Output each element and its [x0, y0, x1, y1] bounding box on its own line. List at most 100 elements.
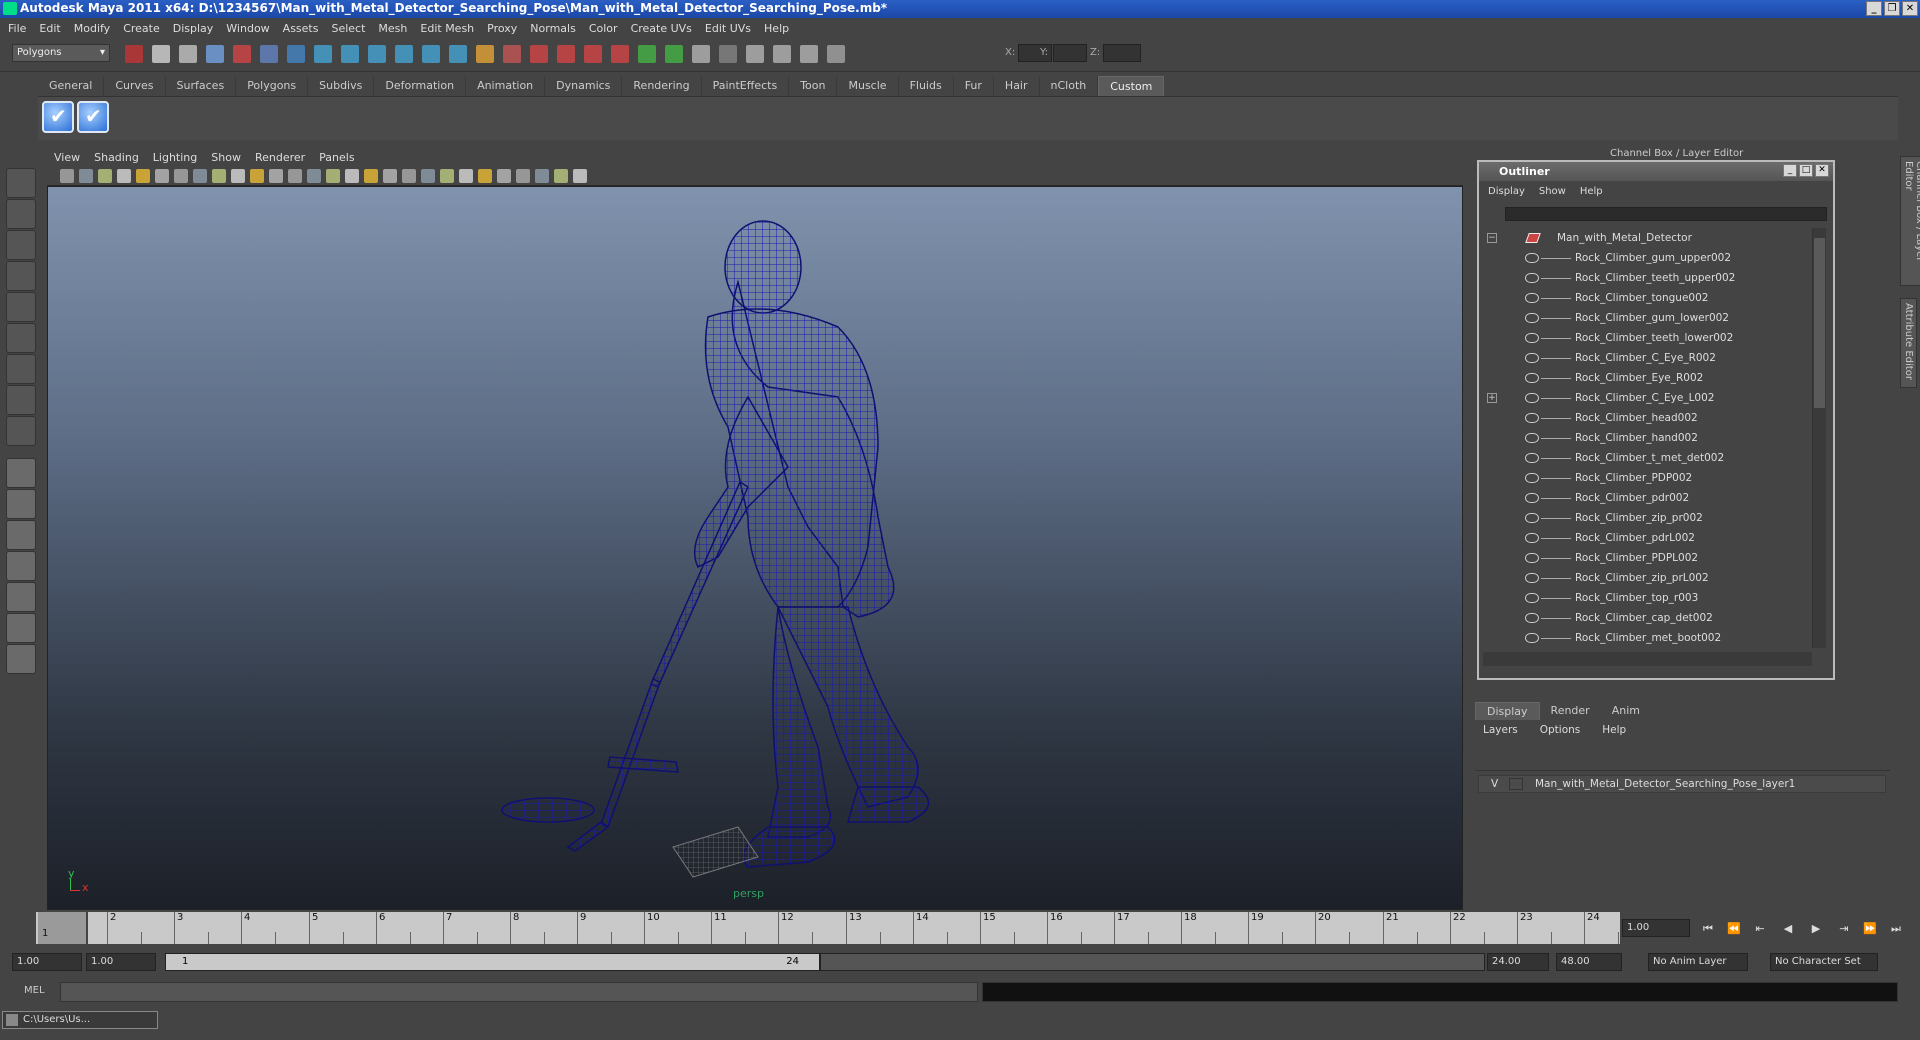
outliner-item[interactable]: Rock_Climber_t_met_det002: [1483, 448, 1808, 468]
play-backwards-button[interactable]: ◀: [1780, 922, 1796, 936]
menu-edit[interactable]: Edit: [39, 22, 60, 35]
status-tool-icon[interactable]: [584, 45, 602, 63]
render-layout-icon[interactable]: [6, 613, 36, 643]
layer-tab-display[interactable]: Display: [1475, 702, 1540, 720]
menu-modify[interactable]: Modify: [74, 22, 110, 35]
panel-menu-panels[interactable]: Panels: [319, 151, 354, 164]
tab-attribute-editor[interactable]: Attribute Editor: [1900, 298, 1917, 388]
panel-menu-lighting[interactable]: Lighting: [153, 151, 197, 164]
script-layout-icon[interactable]: [6, 644, 36, 674]
collapse-icon[interactable]: −: [1487, 233, 1497, 243]
outliner-item[interactable]: Rock_Climber_teeth_upper002: [1483, 268, 1808, 288]
status-tool-icon[interactable]: [125, 45, 143, 63]
range-slider[interactable]: 1 24: [165, 953, 820, 971]
outliner-maximize-button[interactable]: □: [1799, 164, 1813, 177]
anim-end-field[interactable]: 48.00: [1556, 953, 1622, 971]
status-tool-icon[interactable]: [287, 45, 305, 63]
status-tool-icon[interactable]: [341, 45, 359, 63]
menu-file[interactable]: File: [8, 22, 26, 35]
status-tool-icon[interactable]: [665, 45, 683, 63]
outliner-item[interactable]: Rock_Climber_tongue002: [1483, 288, 1808, 308]
shelf-tab-custom[interactable]: Custom: [1098, 76, 1165, 96]
lasso-tool-icon[interactable]: [6, 199, 36, 229]
outliner-item[interactable]: Rock_Climber_hand002: [1483, 428, 1808, 448]
display-layer-row[interactable]: V Man_with_Metal_Detector_Searching_Pose…: [1478, 775, 1886, 793]
panel-tool-icon[interactable]: [136, 169, 150, 183]
status-tool-icon[interactable]: [314, 45, 332, 63]
anim-layer-selector[interactable]: No Anim Layer: [1648, 953, 1748, 971]
panel-menu-view[interactable]: View: [54, 151, 80, 164]
panel-tool-icon[interactable]: [402, 169, 416, 183]
graph-layout-icon[interactable]: [6, 551, 36, 581]
perspective-viewport[interactable]: y x persp: [47, 186, 1463, 910]
manipulator-tool-icon[interactable]: [6, 354, 36, 384]
outliner-menu-show[interactable]: Show: [1539, 186, 1566, 197]
outliner-item[interactable]: Rock_Climber_pdrL002: [1483, 528, 1808, 548]
shelf-tab-muscle[interactable]: Muscle: [837, 76, 899, 96]
outliner-root-item[interactable]: − Man_with_Metal_Detector: [1483, 228, 1808, 248]
panel-tool-icon[interactable]: [345, 169, 359, 183]
custom-shelf-button-2[interactable]: [77, 101, 109, 133]
character-set-selector[interactable]: No Character Set: [1770, 953, 1878, 971]
status-tool-icon[interactable]: [152, 45, 170, 63]
panel-tool-icon[interactable]: [573, 169, 587, 183]
shelf-tab-subdivs[interactable]: Subdivs: [308, 76, 375, 96]
outliner-item[interactable]: Rock_Climber_teeth_lower002: [1483, 328, 1808, 348]
shelf-tab-hair[interactable]: Hair: [993, 76, 1040, 96]
menu-window[interactable]: Window: [226, 22, 269, 35]
panel-tool-icon[interactable]: [383, 169, 397, 183]
z-field[interactable]: [1103, 44, 1141, 62]
end-time-field[interactable]: 24.00: [1487, 953, 1549, 971]
panel-tool-icon[interactable]: [288, 169, 302, 183]
menu-create[interactable]: Create: [123, 22, 160, 35]
shelf-tab-deformation[interactable]: Deformation: [374, 76, 467, 96]
layer-template-toggle[interactable]: [1509, 778, 1523, 790]
status-tool-icon[interactable]: [503, 45, 521, 63]
layer-menu-help[interactable]: Help: [1594, 724, 1626, 736]
shelf-tab-curves[interactable]: Curves: [104, 76, 166, 96]
panel-tool-icon[interactable]: [231, 169, 245, 183]
layer-tab-render[interactable]: Render: [1539, 702, 1601, 720]
minimize-button[interactable]: _: [1866, 1, 1882, 16]
menu-color[interactable]: Color: [589, 22, 618, 35]
outliner-menu-display[interactable]: Display: [1488, 186, 1525, 197]
status-tool-icon[interactable]: [530, 45, 548, 63]
outliner-item[interactable]: Rock_Climber_head002: [1483, 408, 1808, 428]
step-back-frame-button[interactable]: ⏪: [1726, 922, 1742, 936]
panel-tool-icon[interactable]: [307, 169, 321, 183]
status-tool-icon[interactable]: [368, 45, 386, 63]
outliner-horizontal-scrollbar[interactable]: [1483, 652, 1812, 666]
shelf-tab-surfaces[interactable]: Surfaces: [165, 76, 237, 96]
status-tool-icon[interactable]: [557, 45, 575, 63]
current-time-indicator[interactable]: 1: [38, 912, 88, 944]
outliner-item[interactable]: Rock_Climber_C_Eye_R002: [1483, 348, 1808, 368]
panel-tool-icon[interactable]: [155, 169, 169, 183]
last-tool-icon[interactable]: [6, 416, 36, 446]
play-forwards-button[interactable]: ▶: [1808, 922, 1824, 936]
outliner-item[interactable]: Rock_Climber_PDPL002: [1483, 548, 1808, 568]
panel-tool-icon[interactable]: [212, 169, 226, 183]
menu-edit-mesh[interactable]: Edit Mesh: [420, 22, 474, 35]
status-tool-icon[interactable]: [800, 45, 818, 63]
single-pane-layout-icon[interactable]: [6, 458, 36, 488]
soft-mod-tool-icon[interactable]: [6, 385, 36, 415]
status-tool-icon[interactable]: [719, 45, 737, 63]
outliner-close-button[interactable]: ✕: [1815, 164, 1829, 177]
panel-tool-icon[interactable]: [193, 169, 207, 183]
maximize-button[interactable]: ❐: [1884, 1, 1900, 16]
panel-tool-icon[interactable]: [497, 169, 511, 183]
go-to-start-button[interactable]: ⏮: [1700, 922, 1716, 936]
status-tool-icon[interactable]: [476, 45, 494, 63]
panel-tool-icon[interactable]: [421, 169, 435, 183]
panel-tool-icon[interactable]: [250, 169, 264, 183]
panel-tool-icon[interactable]: [79, 169, 93, 183]
status-tool-icon[interactable]: [206, 45, 224, 63]
panel-tool-icon[interactable]: [535, 169, 549, 183]
menu-mesh[interactable]: Mesh: [378, 22, 407, 35]
status-tool-icon[interactable]: [449, 45, 467, 63]
status-tool-icon[interactable]: [773, 45, 791, 63]
command-input[interactable]: [60, 982, 978, 1002]
layer-tab-anim[interactable]: Anim: [1600, 702, 1651, 720]
paint-select-tool-icon[interactable]: [6, 230, 36, 260]
outliner-vertical-scrollbar[interactable]: [1812, 228, 1826, 648]
